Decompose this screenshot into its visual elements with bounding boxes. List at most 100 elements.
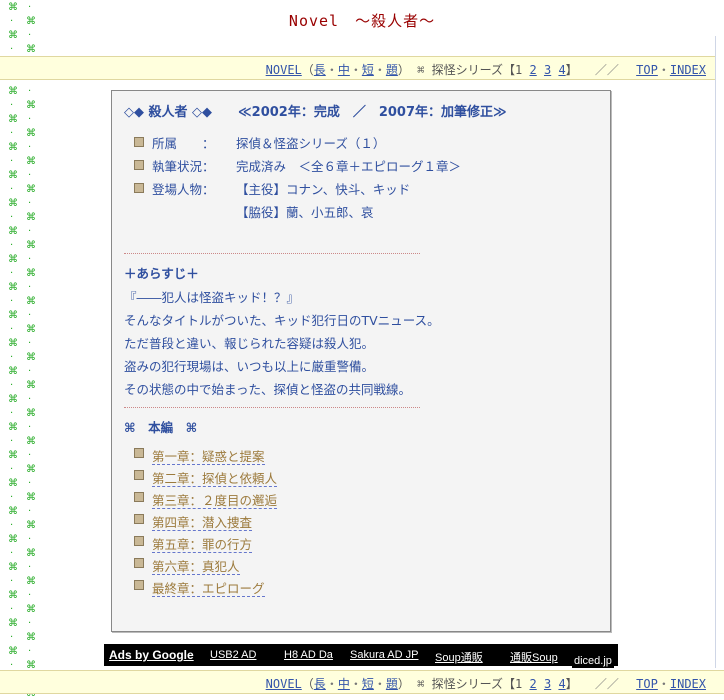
meta-row-supporting: 【脇役】蘭、小五郎、哀 <box>134 204 461 227</box>
pattern-glyph: ⌘ <box>8 590 18 601</box>
pattern-dot: · <box>10 464 14 475</box>
nav-short-link[interactable]: 短 <box>362 677 374 691</box>
ads-by-google-link[interactable]: Ads by Google <box>109 648 194 662</box>
nav-topic-link[interactable]: 題 <box>386 677 398 691</box>
nav-open-paren: （ <box>301 63 314 77</box>
pattern-dot: · <box>10 128 14 139</box>
nav-novel-link[interactable]: NOVEL <box>266 677 302 691</box>
nav-series-label: 探怪シリーズ【1 <box>431 677 523 691</box>
meta-label: 所属 ： <box>152 136 215 151</box>
chapter-link-6[interactable]: 第六章：真犯人 <box>152 559 240 575</box>
pattern-glyph: ⌘ <box>26 380 36 391</box>
nav-middle-link[interactable]: 中 <box>338 677 350 691</box>
ad-link-5[interactable]: 通販Soup <box>510 649 558 665</box>
pattern-glyph: ⌘ <box>8 506 18 517</box>
list-item: 第五章：罪の行方 <box>134 535 277 557</box>
meta-label: 登場人物： <box>152 182 215 197</box>
square-bullet-icon <box>134 492 144 502</box>
list-item: 第一章：疑惑と提案 <box>134 447 277 469</box>
chapter-link-3[interactable]: 第三章：２度目の邂逅 <box>152 493 278 509</box>
pattern-glyph: ⌘ <box>8 618 18 629</box>
nav-index-link[interactable]: INDEX <box>670 677 706 691</box>
nav-dot: ・ <box>657 63 670 77</box>
nav-page-3-link[interactable]: 3 <box>544 63 551 77</box>
novel-title: ◇◆ 殺人者 ◇◆ <box>124 105 213 120</box>
novel-heading: ◇◆ 殺人者 ◇◆ ≪2002年：完成 ／ 2007年：加筆修正≫ <box>124 101 507 120</box>
chapter-link-2[interactable]: 第二章：探偵と依頼人 <box>152 471 278 487</box>
pattern-glyph: ⌘ <box>26 632 36 643</box>
pattern-glyph: ⌘ <box>26 268 36 279</box>
nav-index-link[interactable]: INDEX <box>670 63 706 77</box>
right-frame-edge <box>715 36 724 668</box>
bottom-nav-bar: NOVEL（長・中・短・題） ⌘ 探怪シリーズ【1 2 3 4】 ／／ TOP・… <box>0 670 724 694</box>
nav-middle-link[interactable]: 中 <box>338 63 350 77</box>
nav-short-link[interactable]: 短 <box>362 63 374 77</box>
pattern-glyph: ⌘ <box>8 30 18 41</box>
pattern-dot: · <box>10 100 14 111</box>
top-nav-bar: NOVEL（長・中・短・題） ⌘ 探怪シリーズ【1 2 3 4】 ／／ TOP・… <box>0 56 724 80</box>
nav-page-4-link[interactable]: 4 <box>558 63 565 77</box>
pattern-dot: · <box>10 268 14 279</box>
pattern-glyph: ⌘ <box>8 170 18 181</box>
pattern-dot: · <box>10 520 14 531</box>
diced-logo[interactable]: diced.jp <box>572 654 614 668</box>
series-mark-icon: ⌘ <box>417 63 425 77</box>
ad-bar: Ads by Google USB2 AD H8 AD Da Sakura AD… <box>104 644 618 666</box>
novel-meta: 所属 ： 探偵＆怪盗シリーズ（１） 執筆状況： 完成済み ＜全６章＋エピローグ１章＞… <box>134 135 461 227</box>
page-title: Novel ～殺人者～ <box>288 12 436 30</box>
novel-info-card: ◇◆ 殺人者 ◇◆ ≪2002年：完成 ／ 2007年：加筆修正≫ 所属 ： 探偵＆… <box>111 90 611 632</box>
novel-years: ≪2002年：完成 ／ 2007年：加筆修正≫ <box>238 105 507 120</box>
chapter-link-4[interactable]: 第四章：潜入捜査 <box>152 515 253 531</box>
pattern-glyph: ⌘ <box>8 338 18 349</box>
nav-long-link[interactable]: 長 <box>314 63 326 77</box>
chapter-link-5[interactable]: 第五章：罪の行方 <box>152 537 253 553</box>
nav-long-link[interactable]: 長 <box>314 677 326 691</box>
nav-slashes: ／／ <box>594 63 619 77</box>
pattern-dot: · <box>28 198 32 209</box>
pattern-glyph: ⌘ <box>8 282 18 293</box>
pattern-dot: · <box>10 44 14 55</box>
pattern-dot: · <box>10 436 14 447</box>
pattern-dot: · <box>28 394 32 405</box>
nav-page-2-link[interactable]: 2 <box>530 63 537 77</box>
pattern-glyph: ⌘ <box>8 254 18 265</box>
nav-top-link[interactable]: TOP <box>636 677 658 691</box>
pattern-dot: · <box>28 618 32 629</box>
synopsis-line: 『――犯人は怪盗キッド！？』 <box>124 290 300 305</box>
nav-novel-link[interactable]: NOVEL <box>266 63 302 77</box>
nav-dot: ・ <box>373 677 386 691</box>
pattern-glyph: ⌘ <box>26 520 36 531</box>
meta-row-status: 執筆状況： 完成済み ＜全６章＋エピローグ１章＞ <box>134 158 461 181</box>
nav-page-3-link[interactable]: 3 <box>544 677 551 691</box>
ad-link-4[interactable]: Soup通販 <box>435 649 483 665</box>
pattern-dot: · <box>10 240 14 251</box>
nav-open-paren: （ <box>301 677 314 691</box>
pattern-glyph: ⌘ <box>26 492 36 503</box>
pattern-glyph: ⌘ <box>8 534 18 545</box>
nav-page-2-link[interactable]: 2 <box>530 677 537 691</box>
nav-dot: ・ <box>349 63 362 77</box>
pattern-glyph: ⌘ <box>8 366 18 377</box>
pattern-dot: · <box>28 142 32 153</box>
ad-link-1[interactable]: USB2 AD <box>210 649 256 661</box>
chapter-link-final[interactable]: 最終章：エピローグ <box>152 581 265 597</box>
pattern-glyph: ⌘ <box>26 604 36 615</box>
pattern-glyph: ⌘ <box>26 436 36 447</box>
square-bullet-icon <box>134 137 144 147</box>
pattern-dot: · <box>10 604 14 615</box>
divider <box>124 253 420 254</box>
ad-link-2[interactable]: H8 AD Da <box>284 649 333 661</box>
pattern-glyph: ⌘ <box>26 296 36 307</box>
pattern-dot: · <box>10 184 14 195</box>
chapter-link-1[interactable]: 第一章：疑惑と提案 <box>152 449 265 465</box>
pattern-glyph: ⌘ <box>8 394 18 405</box>
nav-dot: ・ <box>657 677 670 691</box>
ad-link-3[interactable]: Sakura AD JP <box>350 649 418 661</box>
pattern-dot: · <box>10 352 14 363</box>
nav-top-link[interactable]: TOP <box>636 63 658 77</box>
synopsis: ＋あらすじ＋ 『――犯人は怪盗キッド！？』 そんなタイトルがついた、キッド犯行日… <box>124 263 440 403</box>
nav-topic-link[interactable]: 題 <box>386 63 398 77</box>
pattern-dot: · <box>28 310 32 321</box>
pattern-dot: · <box>28 170 32 181</box>
nav-page-4-link[interactable]: 4 <box>558 677 565 691</box>
